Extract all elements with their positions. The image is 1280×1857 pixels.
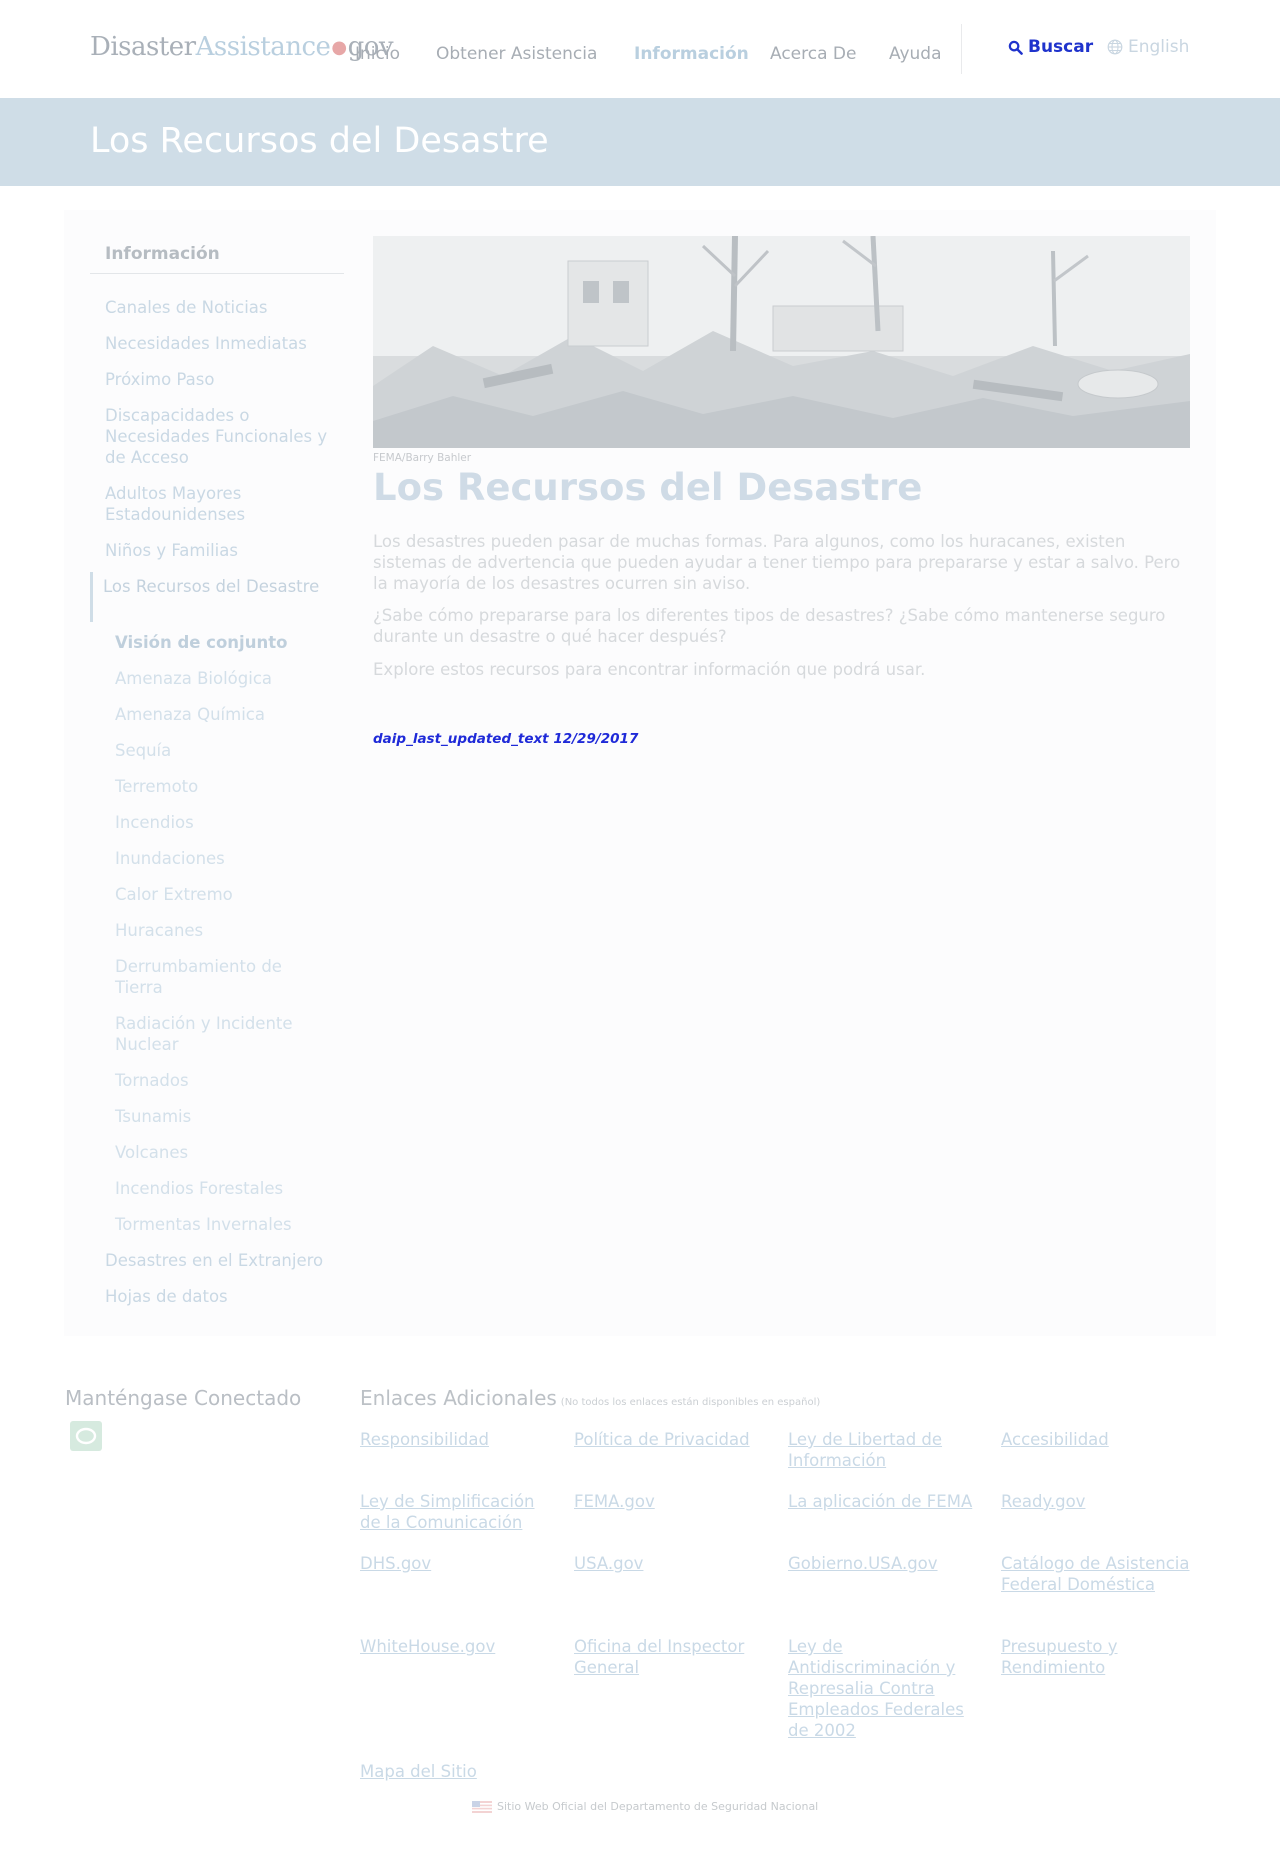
sidebar-subitem-tornados[interactable]: Tornados [115,1070,330,1091]
sidebar-subitem-amenaza-biologica[interactable]: Amenaza Biológica [115,668,330,689]
footer-link-catalogo-asistencia[interactable]: Catálogo de Asistencia Federal Doméstica [1001,1553,1191,1595]
nav-inicio[interactable]: Inicio [355,44,400,64]
sidebar-item-desastres-en-el-extranjero[interactable]: Desastres en el Extranjero [105,1250,340,1271]
footer-link-responsibilidad[interactable]: Responsibilidad [360,1429,550,1450]
sidebar-subitem-sequia[interactable]: Sequía [115,740,330,761]
page-title: Los Recursos del Desastre [373,466,923,509]
us-flag-icon [472,1800,492,1813]
sidebar-item-adultos-mayores[interactable]: Adultos Mayores Estadounidenses [105,483,340,525]
site-logo[interactable]: DisasterAssistance●gov [90,32,394,62]
sidebar-item-hojas-de-datos[interactable]: Hojas de datos [105,1286,340,1307]
logo-text-assistance: Assistance [195,32,331,62]
sidebar-item-canales-de-noticias[interactable]: Canales de Noticias [105,297,340,318]
additional-links-heading: Enlaces Adicionales (No todos los enlaces… [360,1386,820,1410]
footer-link-ready-gov[interactable]: Ready.gov [1001,1491,1191,1512]
sidebar-subitem-terremoto[interactable]: Terremoto [115,776,330,797]
sidebar-subitem-calor-extremo[interactable]: Calor Extremo [115,884,330,905]
sidebar-title: Información [105,244,220,264]
globe-icon [1107,39,1123,55]
sidebar-item-ninos-y-familias[interactable]: Niños y Familias [105,540,340,561]
official-site-text: Sitio Web Oficial del Departamento de Se… [497,1800,819,1813]
sidebar-subitem-inundaciones[interactable]: Inundaciones [115,848,330,869]
footer-link-usa-gov[interactable]: USA.gov [574,1553,764,1574]
official-site-notice: Sitio Web Oficial del Departamento de Se… [472,1800,818,1813]
sidebar-subitem-tormentas-invernales[interactable]: Tormentas Invernales [115,1214,330,1235]
sidebar-subitem-volcanes[interactable]: Volcanes [115,1142,330,1163]
intro-paragraph-3: Explore estos recursos para encontrar in… [373,660,926,679]
search-button[interactable]: Buscar [1008,37,1093,57]
nav-obtener-asistencia[interactable]: Obtener Asistencia [436,44,597,64]
footer-link-accesibilidad[interactable]: Accesibilidad [1001,1429,1191,1450]
intro-paragraph-2: ¿Sabe cómo prepararse para los diferente… [373,606,1166,646]
footer-link-simplificacion[interactable]: Ley de Simplificación de la Comunicación [360,1491,550,1533]
footer-link-presupuesto[interactable]: Presupuesto y Rendimiento [1001,1636,1191,1678]
nav-ayuda[interactable]: Ayuda [889,44,942,64]
footer-link-mapa-del-sitio[interactable]: Mapa del Sitio [360,1761,550,1782]
nav-divider [961,24,962,74]
sidebar-divider [90,273,344,274]
page-banner: Los Recursos del Desastre [0,98,1280,186]
search-label: Buscar [1028,37,1094,57]
nav-acerca-de[interactable]: Acerca De [770,44,856,64]
footer-link-privacidad[interactable]: Política de Privacidad [574,1429,764,1450]
footer-link-fema-gov[interactable]: FEMA.gov [574,1491,764,1512]
sidebar-subitem-radiacion-nuclear[interactable]: Radiación y Incidente Nuclear [115,1013,330,1055]
intro-paragraph-1: Los desastres pueden pasar de muchas for… [373,532,1181,593]
social-media-button[interactable] [70,1421,102,1451]
sidebar-subitem-incendios[interactable]: Incendios [115,812,330,833]
footer-link-aplicacion-fema[interactable]: La aplicación de FEMA [788,1491,978,1512]
sidebar-subitem-tsunamis[interactable]: Tsunamis [115,1106,330,1127]
hero-image [373,236,1190,448]
stay-connected-heading: Manténgase Conectado [65,1386,302,1410]
site-header: DisasterAssistance●gov Inicio Obtener As… [0,0,1280,98]
sidebar-item-discapacidades[interactable]: Discapacidades o Necesidades Funcionales… [105,405,340,468]
sidebar-item-los-recursos-del-desastre[interactable]: Los Recursos del Desastre [103,576,338,597]
logo-text-disaster: Disaster [90,32,196,62]
sidebar-subitem-derrumbamiento-de-tierra[interactable]: Derrumbamiento de Tierra [115,956,330,998]
sidebar-item-necesidades-inmediatas[interactable]: Necesidades Inmediatas [105,333,340,354]
additional-links-title: Enlaces Adicionales [360,1386,557,1410]
footer-link-whitehouse-gov[interactable]: WhiteHouse.gov [360,1636,550,1657]
language-label: English [1128,37,1190,57]
sidebar-item-proximo-paso[interactable]: Próximo Paso [105,369,340,390]
sidebar-active-indicator [90,572,93,622]
sidebar-subitem-amenaza-quimica[interactable]: Amenaza Química [115,704,330,725]
sidebar-subitem-vision-de-conjunto[interactable]: Visión de conjunto [115,632,330,653]
logo-dot: ● [331,37,347,58]
language-toggle[interactable]: English [1107,37,1189,57]
sidebar-subitem-incendios-forestales[interactable]: Incendios Forestales [115,1178,330,1199]
footer-link-inspector-general[interactable]: Oficina del Inspector General [574,1636,764,1678]
banner-title: Los Recursos del Desastre [90,121,549,161]
footer-link-gobierno-usa-gov[interactable]: Gobierno.USA.gov [788,1553,978,1574]
image-caption: FEMA/Barry Bahler [373,452,472,464]
footer-link-dhs-gov[interactable]: DHS.gov [360,1553,550,1574]
footer-link-antidiscriminacion[interactable]: Ley de Antidiscriminación y Represalia C… [788,1636,968,1741]
footer-link-libertad-de-informacion[interactable]: Ley de Libertad de Información [788,1429,978,1471]
additional-links-note: (No todos los enlaces están disponibles … [560,1397,821,1408]
last-updated-text: daip_last_updated_text 12/29/2017 [373,731,639,747]
social-media-icon [75,1427,97,1445]
sidebar-subitem-huracanes[interactable]: Huracanes [115,920,330,941]
search-icon [1008,40,1023,55]
disaster-debris-illustration [373,236,1190,448]
nav-informacion[interactable]: Información [634,44,749,64]
